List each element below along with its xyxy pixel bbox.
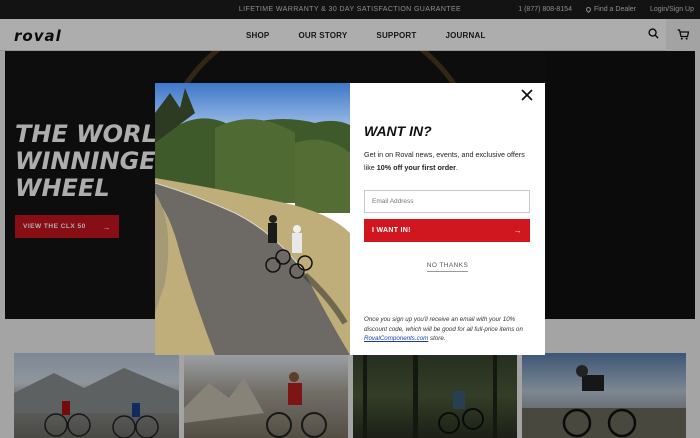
- modal-body-text: Get in on Roval news, events, and exclus…: [364, 148, 534, 174]
- cyclists-road-photo: [155, 83, 350, 355]
- signup-modal: WANT IN? Get in on Roval news, events, a…: [155, 83, 545, 355]
- modal-title: WANT IN?: [364, 123, 432, 139]
- fine-prefix: Once you sign up you'll receive an email…: [364, 316, 523, 333]
- no-thanks-wrap: NO THANKS: [350, 254, 545, 272]
- fine-print: Once you sign up you'll receive an email…: [364, 315, 536, 344]
- i-want-in-button[interactable]: I WANT IN! →: [364, 219, 530, 242]
- close-icon[interactable]: [520, 88, 534, 102]
- email-field[interactable]: [364, 190, 530, 213]
- roval-components-link[interactable]: RovalComponents.com: [364, 335, 428, 342]
- signup-form-panel: WANT IN? Get in on Roval news, events, a…: [350, 83, 545, 355]
- cyclists-photo-image: [155, 83, 350, 355]
- no-thanks-link[interactable]: NO THANKS: [426, 262, 469, 272]
- submit-label: I WANT IN!: [372, 227, 411, 234]
- body-bold-offer: 10% off your first order: [376, 163, 456, 172]
- body-suffix: .: [455, 163, 458, 172]
- fine-suffix: store.: [428, 335, 446, 342]
- arrow-right-icon: →: [513, 226, 522, 235]
